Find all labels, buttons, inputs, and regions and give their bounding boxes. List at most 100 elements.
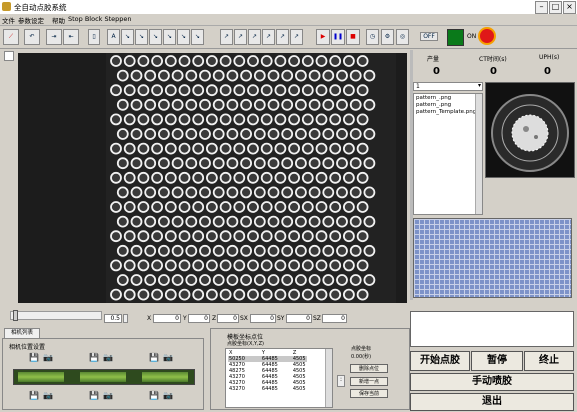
sx-field[interactable]: 0 xyxy=(250,314,276,323)
pause-button[interactable]: 暂停 xyxy=(471,351,523,371)
menu-item-stop-block[interactable]: Stop Block Steppen xyxy=(68,15,132,23)
exit-button[interactable]: 退出 xyxy=(410,393,574,411)
point-spinner[interactable]: : xyxy=(337,375,345,387)
toolbar: ⟋ ↶ ⇥ ⇤ ▯ A ↘ ↘ ↘ ↘ ↘ ↘ ↗ ↗ ↗ ↗ ↗ ↗ ▶ ❚❚… xyxy=(0,26,577,49)
template-thumbnail[interactable] xyxy=(485,82,575,178)
camera-slot-2[interactable] xyxy=(80,372,126,382)
list-item[interactable]: pattern_.png xyxy=(416,102,451,108)
menu-item-file[interactable]: 文件 xyxy=(2,15,15,25)
save-icon[interactable]: 💾 xyxy=(149,353,159,362)
add-point-button[interactable]: 新增一点 xyxy=(350,377,388,386)
wand-icon[interactable]: ⟋ xyxy=(3,29,19,45)
camera-icon[interactable]: 📷 xyxy=(163,391,173,400)
camera-icon[interactable]: 📷 xyxy=(103,353,113,362)
y-field[interactable]: 0 xyxy=(188,314,210,323)
zoom-slider-thumb[interactable] xyxy=(13,310,18,321)
zoom-slider[interactable] xyxy=(10,310,102,321)
point-table-scrollbar[interactable] xyxy=(325,349,332,407)
corner-box xyxy=(4,51,14,61)
thumbnail-spacer xyxy=(485,178,573,216)
undo-icon[interactable]: ↶ xyxy=(24,29,40,45)
table-row[interactable]: 43270 64485 4505 xyxy=(228,386,307,392)
sy-field[interactable]: 0 xyxy=(286,314,312,323)
file-list-scrollbar[interactable] xyxy=(475,94,482,214)
dot-array xyxy=(18,53,407,303)
tool-l-icon[interactable]: ↗ xyxy=(276,29,289,45)
side-label: 点胶坐标 xyxy=(351,346,372,352)
save-icon[interactable]: 💾 xyxy=(89,353,99,362)
tool-b-icon[interactable]: ↘ xyxy=(121,29,134,45)
zoom-spinner[interactable] xyxy=(123,314,128,323)
close-icon[interactable]: × xyxy=(563,1,576,14)
camera-slot-3[interactable] xyxy=(142,372,188,382)
label-x: X xyxy=(147,315,152,322)
tool-a-icon[interactable]: A xyxy=(107,29,120,45)
tool-c-icon[interactable]: ↘ xyxy=(135,29,148,45)
tool-e-icon[interactable]: ↘ xyxy=(163,29,176,45)
save-icon[interactable]: 💾 xyxy=(29,391,39,400)
window-title: 全自动点胶系统 xyxy=(14,3,67,12)
sz-field[interactable]: 0 xyxy=(322,314,347,323)
stop-button[interactable]: 终止 xyxy=(524,351,574,371)
save-icon[interactable]: 💾 xyxy=(89,391,99,400)
page-icon[interactable]: ▯ xyxy=(88,29,100,45)
save-icon[interactable]: 💾 xyxy=(149,391,159,400)
list-item[interactable]: pattern_Template.png xyxy=(416,109,476,115)
z-field[interactable]: 0 xyxy=(217,314,239,323)
tab-camera-list[interactable]: 相机列表 xyxy=(4,328,40,338)
camera-icon[interactable]: 📷 xyxy=(163,353,173,362)
green-indicator xyxy=(447,29,464,46)
manual-spray-button[interactable]: 手动喷胶 xyxy=(410,373,574,391)
camera-view[interactable] xyxy=(18,53,407,303)
time-label: 0.00(秒) xyxy=(351,354,372,360)
move-icon[interactable]: ⇥ xyxy=(46,29,62,45)
label-sz: SZ xyxy=(313,315,321,322)
delete-point-button[interactable]: 删除点位 xyxy=(350,364,388,373)
tool-i-icon[interactable]: ↗ xyxy=(234,29,247,45)
point-table[interactable]: X Y Z 50250 64485 4505 43270 64485 4505 4827… xyxy=(225,348,333,408)
list-item[interactable]: pattern_.png xyxy=(416,95,451,101)
point-table-grid: X Y Z 50250 64485 4505 43270 64485 4505 4827… xyxy=(228,350,307,392)
camera-icon[interactable]: 📷 xyxy=(103,391,113,400)
tool-d-icon[interactable]: ↘ xyxy=(149,29,162,45)
tool-g-icon[interactable]: ↘ xyxy=(191,29,204,45)
counter-value-uph: 0 xyxy=(544,66,551,77)
point-panel-subtitle: 点胶坐标(X,Y,Z) xyxy=(227,341,264,347)
camera-icon[interactable]: 📷 xyxy=(43,353,53,362)
align-icon[interactable]: ⇤ xyxy=(63,29,79,45)
save-current-button[interactable]: 保存当前 xyxy=(350,389,388,398)
tool-k-icon[interactable]: ↗ xyxy=(262,29,275,45)
counter-value-output: 0 xyxy=(433,66,440,77)
maximize-icon[interactable]: □ xyxy=(549,1,562,14)
chevron-down-icon: ▾ xyxy=(477,82,481,89)
menu-item-help[interactable]: 帮助 xyxy=(52,15,65,25)
tool-f-icon[interactable]: ↘ xyxy=(177,29,190,45)
file-list[interactable]: pattern_.png pattern_.png pattern_Templa… xyxy=(413,93,483,215)
status-button[interactable]: OFF xyxy=(420,32,438,41)
camera-panel: 相机位置设置 💾 📷 💾 📷 💾 📷 💾 📷 💾 📷 💾 📷 xyxy=(2,338,204,410)
tool-h-icon[interactable]: ↗ xyxy=(220,29,233,45)
camera-slot-1[interactable] xyxy=(18,372,64,382)
dispense-map-grid[interactable] xyxy=(413,218,572,298)
tool-j-icon[interactable]: ↗ xyxy=(248,29,261,45)
x-field[interactable]: 0 xyxy=(153,314,181,323)
save-icon[interactable]: 💾 xyxy=(29,353,39,362)
minimize-icon[interactable]: – xyxy=(535,1,548,14)
target-icon[interactable]: ◎ xyxy=(396,29,409,45)
zoom-field[interactable]: 0.5 xyxy=(104,314,122,323)
camera-icon[interactable]: 📷 xyxy=(43,391,53,400)
label-y: Y xyxy=(183,315,187,322)
alarm-icon xyxy=(480,29,494,43)
tool-m-icon[interactable]: ↗ xyxy=(290,29,303,45)
message-box[interactable] xyxy=(410,311,574,347)
play-icon[interactable]: ▶ xyxy=(316,29,330,45)
label-z: Z xyxy=(212,315,217,322)
pause-icon[interactable]: ❚❚ xyxy=(331,29,345,45)
clock-icon[interactable]: ◷ xyxy=(366,29,379,45)
settings-icon[interactable]: ⚙ xyxy=(381,29,394,45)
menu-item-params[interactable]: 参数设定 xyxy=(18,15,44,25)
start-dispense-button[interactable]: 开始点胶 xyxy=(410,351,470,371)
stop-icon[interactable]: ■ xyxy=(346,29,360,45)
camera-strip[interactable] xyxy=(13,369,195,385)
camera-select[interactable]: 1 ▾ xyxy=(413,82,483,91)
